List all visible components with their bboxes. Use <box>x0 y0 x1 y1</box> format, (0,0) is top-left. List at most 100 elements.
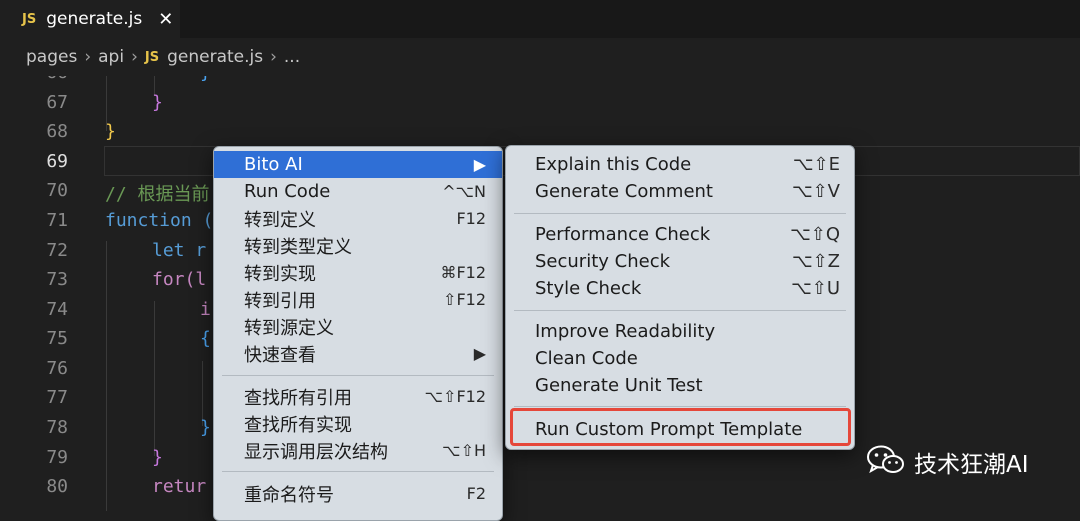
line-number: 69 <box>46 151 68 172</box>
menu-item-performance-check[interactable]: Performance Check ⌥⇧Q <box>506 221 854 248</box>
tab-label: generate.js <box>46 9 143 29</box>
line-number: 72 <box>46 240 68 261</box>
menu-item-label: 转到定义 <box>244 209 316 231</box>
menu-divider <box>514 213 846 214</box>
js-file-icon: JS <box>144 49 160 65</box>
menu-item-generate-comment[interactable]: Generate Comment ⌥⇧V <box>506 178 854 205</box>
breadcrumb-more[interactable]: ... <box>284 47 300 67</box>
line-number: 75 <box>46 328 68 349</box>
menu-item-shortcut: ⌥⇧H <box>442 441 486 460</box>
chevron-right-icon: › <box>131 47 138 67</box>
menu-item-peek[interactable]: 快速查看 ▶ <box>214 340 502 367</box>
menu-item-clean-code[interactable]: Clean Code <box>506 345 854 372</box>
menu-item-label: 显示调用层次结构 <box>244 441 388 463</box>
menu-item-label: 快速查看 <box>244 344 316 366</box>
line-number: 76 <box>46 358 68 379</box>
code-line: retur <box>152 476 207 497</box>
menu-item-label: Explain this Code <box>535 154 692 175</box>
menu-item-generate-unit-test[interactable]: Generate Unit Test <box>506 372 854 399</box>
tab-bar: JS generate.js ✕ <box>0 0 1080 38</box>
menu-item-style-check[interactable]: Style Check ⌥⇧U <box>506 275 854 302</box>
line-number: 73 <box>46 269 68 290</box>
line-number: 66 <box>0 76 68 83</box>
menu-item-go-to-references[interactable]: 转到引用 ⇧F12 <box>214 286 502 313</box>
chevron-right-icon: › <box>84 47 92 67</box>
menu-item-label: Performance Check <box>535 224 711 245</box>
menu-item-shortcut: ⌘F12 <box>440 263 486 282</box>
code-line: } <box>105 121 116 142</box>
menu-item-label: 查找所有实现 <box>244 414 352 436</box>
menu-divider <box>514 406 846 407</box>
breadcrumb-item-pages[interactable]: pages <box>26 47 77 67</box>
js-file-icon: JS <box>22 11 37 27</box>
menu-item-label: Clean Code <box>535 348 638 369</box>
close-icon[interactable]: ✕ <box>158 9 173 30</box>
watermark-text: 技术狂潮AI <box>914 452 1029 478</box>
line-number: 78 <box>46 417 68 438</box>
menu-item-label: 查找所有引用 <box>244 387 352 409</box>
menu-item-rename-symbol[interactable]: 重命名符号 F2 <box>214 480 502 507</box>
menu-item-shortcut: F12 <box>456 209 486 228</box>
line-number: 79 <box>46 447 68 468</box>
menu-item-shortcut: ⌥⇧Z <box>791 251 840 272</box>
code-line: for(l <box>152 269 207 290</box>
menu-item-find-all-implementations[interactable]: 查找所有实现 <box>214 410 502 437</box>
context-menu: Bito AI ▶ Run Code ^⌥N 转到定义 F12 转到类型定义 转… <box>213 146 503 521</box>
submenu-arrow-icon: ▶ <box>473 155 486 174</box>
menu-item-shortcut: ^⌥N <box>442 182 486 201</box>
indent-guide <box>106 241 107 511</box>
code-line: } <box>152 447 163 468</box>
code-line: } <box>152 92 163 113</box>
menu-item-shortcut: ⌥⇧U <box>791 278 840 299</box>
menu-item-go-to-source-definition[interactable]: 转到源定义 <box>214 313 502 340</box>
breadcrumb-item-api[interactable]: api <box>98 47 124 67</box>
code-line: let r <box>152 240 207 261</box>
line-number: 70 <box>46 180 68 201</box>
menu-item-shortcut: ⌥⇧E <box>792 154 840 175</box>
code-line: } <box>200 417 211 438</box>
menu-item-label: 转到引用 <box>244 290 316 312</box>
menu-item-label: Improve Readability <box>535 321 716 342</box>
menu-item-bito-ai[interactable]: Bito AI ▶ <box>214 151 502 178</box>
menu-item-label: Style Check <box>535 278 642 299</box>
tab-generate-js[interactable]: JS generate.js ✕ <box>0 0 180 38</box>
wechat-icon <box>866 444 906 480</box>
wechat-watermark: 技术狂潮AI <box>866 444 1029 480</box>
menu-item-label: 转到类型定义 <box>244 236 352 258</box>
menu-item-go-to-definition[interactable]: 转到定义 F12 <box>214 205 502 232</box>
code-line: { <box>200 328 211 349</box>
line-number: 74 <box>46 299 68 320</box>
menu-item-label: Bito AI <box>244 154 303 175</box>
breadcrumb-item-file[interactable]: generate.js <box>167 47 263 67</box>
submenu-arrow-icon: ▶ <box>473 344 486 363</box>
menu-item-explain-code[interactable]: Explain this Code ⌥⇧E <box>506 151 854 178</box>
menu-item-security-check[interactable]: Security Check ⌥⇧Z <box>506 248 854 275</box>
breadcrumb: pages › api › JS generate.js › ... <box>0 38 1080 76</box>
menu-item-find-all-references[interactable]: 查找所有引用 ⌥⇧F12 <box>214 383 502 410</box>
menu-item-go-to-type-definition[interactable]: 转到类型定义 <box>214 232 502 259</box>
line-number: 67 <box>46 92 68 113</box>
menu-item-shortcut: F2 <box>466 484 486 503</box>
code-line: i <box>200 299 211 320</box>
menu-item-show-call-hierarchy[interactable]: 显示调用层次结构 ⌥⇧H <box>214 437 502 464</box>
code-line: function ( <box>105 210 214 231</box>
line-number: 71 <box>46 210 68 231</box>
menu-divider <box>222 471 494 472</box>
line-number: 68 <box>46 121 68 142</box>
chevron-right-icon: › <box>270 47 277 67</box>
menu-item-go-to-implementation[interactable]: 转到实现 ⌘F12 <box>214 259 502 286</box>
menu-item-label: 转到实现 <box>244 263 316 285</box>
menu-item-run-code[interactable]: Run Code ^⌥N <box>214 178 502 205</box>
menu-item-label: 转到源定义 <box>244 317 334 339</box>
menu-divider <box>222 375 494 376</box>
menu-item-shortcut: ⇧F12 <box>443 290 486 309</box>
code-line: // 根据当前 <box>105 184 210 205</box>
menu-item-label: 重命名符号 <box>244 484 334 506</box>
annotation-highlight-box <box>510 408 851 446</box>
menu-item-label: Generate Unit Test <box>535 375 703 396</box>
menu-item-shortcut: ⌥⇧Q <box>790 224 840 245</box>
code-line: } <box>200 76 211 83</box>
menu-item-improve-readability[interactable]: Improve Readability <box>506 318 854 345</box>
line-number: 80 <box>46 476 68 497</box>
menu-item-shortcut: ⌥⇧F12 <box>424 387 486 406</box>
